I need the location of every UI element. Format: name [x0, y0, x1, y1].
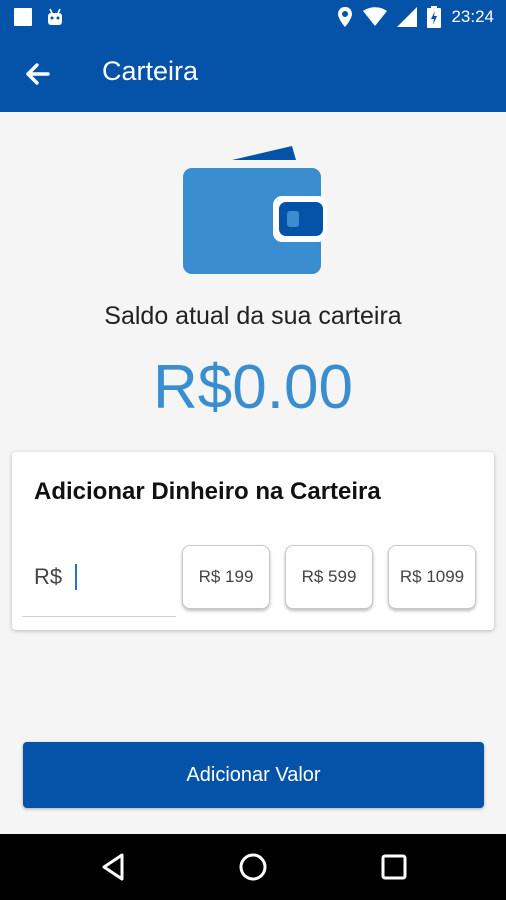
back-button[interactable] — [20, 56, 56, 92]
balance-label: Saldo atual da sua carteira — [104, 302, 402, 330]
quick-amount-button-1099[interactable]: R$ 1099 — [388, 545, 476, 609]
android-icon — [48, 8, 62, 25]
add-money-card: Adicionar Dinheiro na Carteira R$ R$ 199… — [12, 452, 494, 630]
quick-amount-button-599[interactable]: R$ 599 — [285, 545, 373, 609]
nav-recents-icon[interactable] — [378, 851, 410, 883]
image-icon — [14, 8, 32, 26]
wallet-icon — [183, 146, 327, 274]
back-arrow-icon — [26, 63, 50, 85]
amount-prefix: R$ — [34, 564, 63, 589]
battery-charging-icon — [427, 6, 442, 28]
amount-input[interactable]: R$ — [22, 542, 176, 617]
add-money-title: Adicionar Dinheiro na Carteira — [34, 478, 381, 505]
signal-icon — [397, 7, 418, 27]
balance-amount: R$0.00 — [153, 353, 353, 422]
status-time: 23:24 — [451, 7, 494, 26]
nav-back-icon[interactable] — [98, 851, 130, 883]
status-bar: 23:24 — [0, 0, 506, 36]
quick-amount-button-199[interactable]: R$ 199 — [182, 545, 270, 609]
page-title: Carteira — [102, 56, 199, 86]
location-icon — [338, 7, 353, 27]
add-value-button[interactable]: Adicionar Valor — [23, 742, 484, 808]
wifi-icon — [363, 7, 388, 26]
app-bar: Carteira — [0, 36, 506, 112]
text-cursor — [75, 564, 77, 590]
nav-home-icon[interactable] — [237, 851, 269, 883]
system-nav-bar — [0, 834, 506, 900]
